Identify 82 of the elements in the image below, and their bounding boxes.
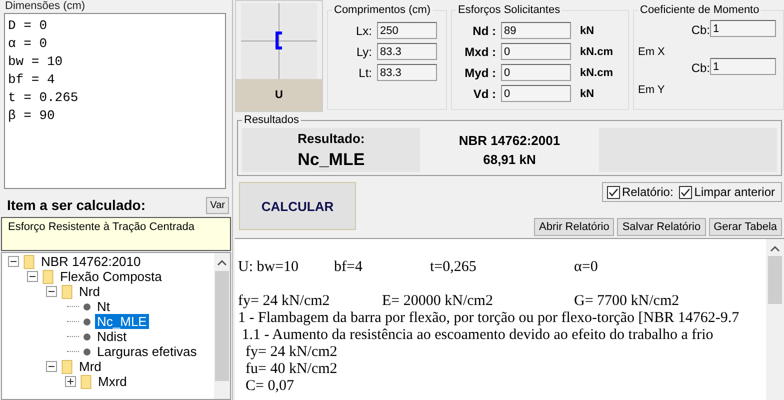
axis-label: Em X xyxy=(638,46,666,58)
group-title: Resultados xyxy=(243,114,300,126)
input-field[interactable]: 83.3 xyxy=(377,43,437,60)
group-title: Coeficiente de Momento xyxy=(639,4,760,16)
checkbox[interactable] xyxy=(606,186,620,198)
folder-icon xyxy=(61,360,73,374)
tree-item[interactable]: NBR 14762:2010 xyxy=(39,254,143,269)
collapse-icon[interactable] xyxy=(8,256,19,267)
input-field[interactable]: 83.3 xyxy=(377,64,437,81)
folder-icon xyxy=(80,374,92,388)
group-title: Esforços Solicitantes xyxy=(457,4,562,16)
bullet-icon xyxy=(83,302,91,310)
dimensions-label: Dimensões (cm) xyxy=(5,0,86,12)
input-field[interactable]: 1 xyxy=(710,58,776,75)
dimensions-text-area[interactable]: D = 0 α = 0 bw = 10 bf = 4 t = 0.265 β = 90 xyxy=(4,13,226,189)
input-field[interactable]: 89 xyxy=(501,22,571,39)
field-label: Ly: xyxy=(355,44,372,58)
input-field[interactable]: 1 xyxy=(710,20,776,37)
item-title: Item a ser calculado: xyxy=(7,197,146,213)
tree-item[interactable]: Mrd xyxy=(77,359,104,374)
input-field[interactable]: 0 xyxy=(501,85,571,102)
report-line: C= 0,07 xyxy=(244,378,295,395)
field-label: Cb: xyxy=(690,23,710,37)
scroll-up-icon[interactable] xyxy=(770,245,780,252)
unit-label: kN.cm xyxy=(580,46,614,58)
collapse-icon[interactable] xyxy=(46,361,57,372)
scroll-up-icon[interactable] xyxy=(217,259,227,266)
folder-icon xyxy=(42,270,54,284)
report-line: 1.1 - Aumento da resistência ao escoamento devido ao efeito do trabalho a frio xyxy=(240,327,714,344)
field-label: Lt: xyxy=(358,66,372,80)
group-title: Comprimentos (cm) xyxy=(333,4,432,16)
scrollbar-thumb[interactable] xyxy=(768,256,782,304)
report-line: fy= 24 kN/cm2 xyxy=(244,344,338,361)
report-line: U: bw=10 bf=4 t=0,265 α=0 xyxy=(238,259,599,276)
bullet-icon xyxy=(83,348,91,356)
tree-item[interactable]: Mxrd xyxy=(96,374,129,389)
input-field[interactable]: 0 xyxy=(501,43,571,60)
field-label: Vd : xyxy=(472,86,496,100)
field-label: Mxd : xyxy=(464,44,496,58)
var-button[interactable]: Var xyxy=(206,196,229,214)
report-line: fy= 24 kN/cm2 E= 20000 kN/cm2 G= 7700 kN/cm2 xyxy=(238,293,680,310)
standard-label: NBR 14762:2001 xyxy=(458,133,560,148)
report-button[interactable]: Salvar Relatório xyxy=(617,218,706,236)
folder-icon xyxy=(61,284,73,298)
calculate-button[interactable]: CALCULAR xyxy=(239,182,356,230)
field-label: Myd : xyxy=(464,66,496,80)
scrollbar[interactable] xyxy=(214,253,230,399)
result-heading: Resultado: xyxy=(298,130,365,146)
report-button[interactable]: Abrir Relatório xyxy=(534,218,614,236)
field-label: Cb: xyxy=(690,61,710,75)
scrollbar[interactable] xyxy=(766,239,784,400)
scrollbar-thumb[interactable] xyxy=(215,271,229,381)
unit-label: kN xyxy=(580,24,594,36)
tree-item[interactable]: Nrd xyxy=(77,284,102,299)
unit-label: kN xyxy=(580,88,594,100)
field-label: Lx: xyxy=(354,24,372,38)
result-name: Nc_MLE xyxy=(298,150,365,170)
tree-item[interactable]: Ndist xyxy=(95,329,129,344)
collapse-icon[interactable] xyxy=(46,286,57,297)
section-type-label: U xyxy=(236,79,322,111)
report-line: fu= 40 kN/cm2 xyxy=(244,361,338,378)
axis-label: Em Y xyxy=(638,84,666,96)
checkbox[interactable] xyxy=(679,186,692,198)
tree-item[interactable]: Nt xyxy=(95,299,112,314)
result-value: 68,91 kN xyxy=(483,152,536,167)
input-field[interactable]: 250 xyxy=(377,22,437,39)
collapse-icon[interactable] xyxy=(27,271,38,282)
tree-item[interactable]: Nc_MLE xyxy=(95,314,149,329)
report-line: 1 - Flambagem da barra por flexão, por torção ou por flexo-torção [NBR 14762-9.7 xyxy=(238,310,740,327)
input-field[interactable]: 0 xyxy=(501,64,571,81)
bullet-icon xyxy=(83,332,91,340)
unit-label: kN.cm xyxy=(580,66,614,78)
report-button[interactable]: Gerar Tabela xyxy=(708,218,782,236)
checkbox-label[interactable]: Relatório: xyxy=(622,185,674,199)
bullet-icon xyxy=(83,318,91,326)
expand-icon[interactable] xyxy=(65,376,76,387)
checkbox-label[interactable]: Limpar anterior xyxy=(694,185,775,199)
field-label: Nd : xyxy=(472,24,496,38)
item-description: Esforço Resistente à Tração Centrada xyxy=(1,217,231,251)
tree-item[interactable]: Flexão Composta xyxy=(58,269,164,284)
folder-icon xyxy=(23,254,35,268)
tree-item[interactable]: Larguras efetivas xyxy=(95,344,199,359)
